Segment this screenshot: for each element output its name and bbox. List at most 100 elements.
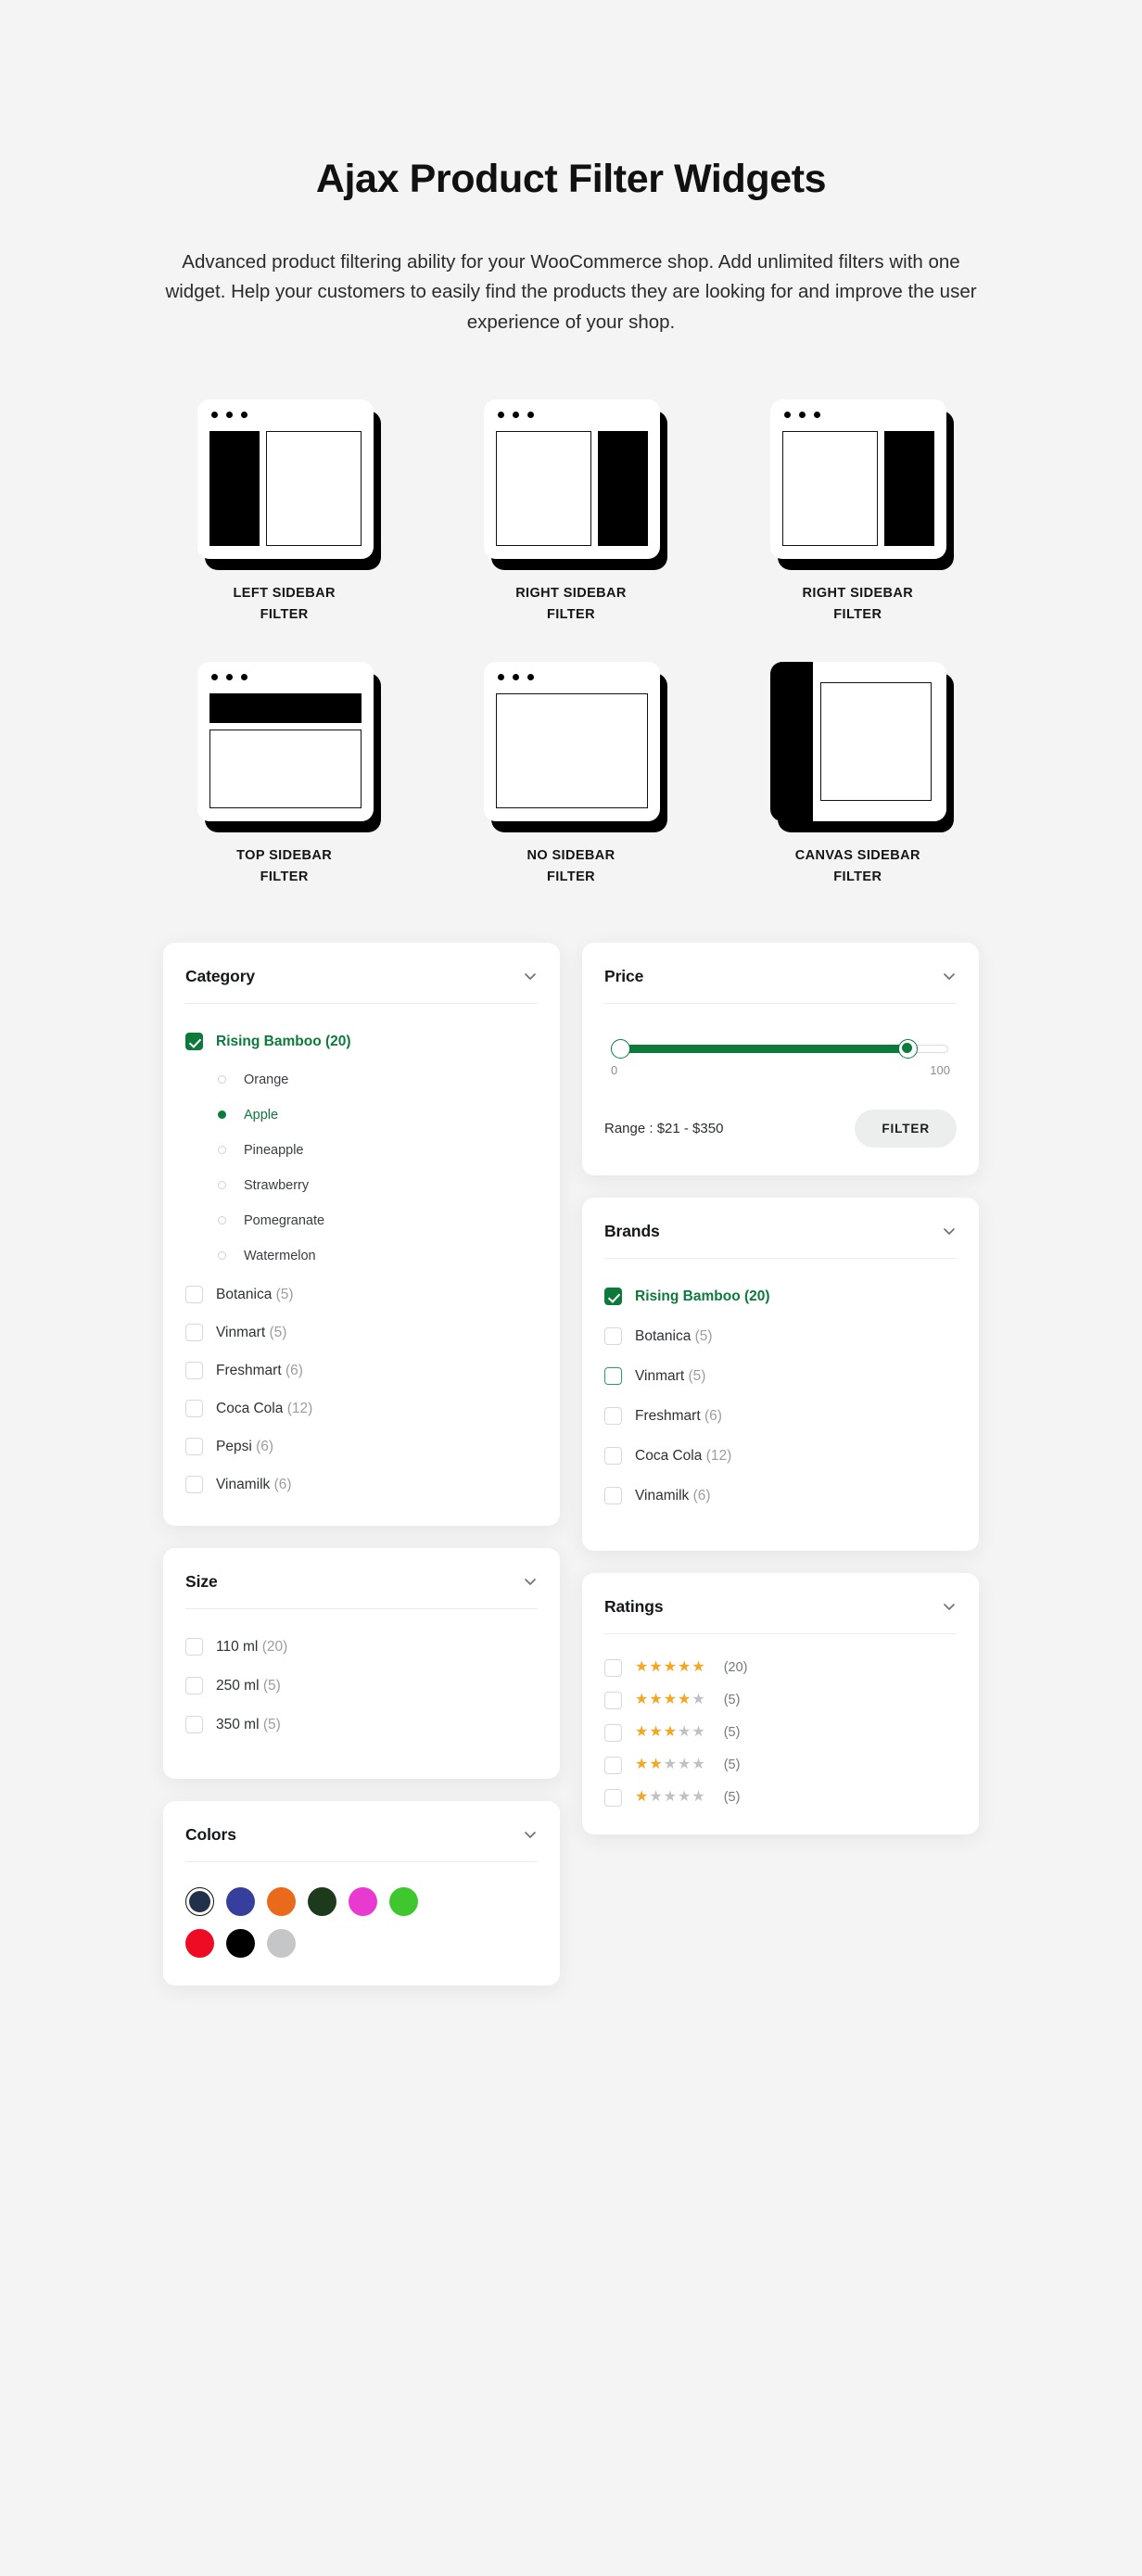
category-widget: Category Rising Bamboo (20) Orange Apple P… — [163, 943, 560, 1526]
colors-widget-header[interactable]: Colors — [185, 1825, 538, 1862]
rating-row[interactable]: ★★★★★(5) — [604, 1757, 957, 1774]
checkbox-rating-3[interactable] — [604, 1724, 622, 1742]
list-item[interactable]: Pepsi (6) — [185, 1434, 538, 1460]
checkbox-rising-bamboo[interactable] — [604, 1288, 622, 1305]
checkbox-350-ml[interactable] — [185, 1716, 203, 1733]
list-item-label: Botanica (5) — [216, 1287, 294, 1303]
category-parent-row[interactable]: Rising Bamboo (20) — [185, 1029, 538, 1055]
rating-row[interactable]: ★★★★★(5) — [604, 1692, 957, 1709]
checkbox-rating-5[interactable] — [604, 1659, 622, 1677]
list-item[interactable]: Freshmart (6) — [604, 1403, 957, 1429]
checkbox-vinamilk[interactable] — [185, 1476, 203, 1493]
size-widget-header[interactable]: Size — [185, 1572, 538, 1609]
chevron-down-icon[interactable] — [523, 1827, 538, 1842]
list-item[interactable]: Vinmart (5) — [604, 1364, 957, 1390]
brands-widget-header[interactable]: Brands — [604, 1222, 957, 1259]
chevron-down-icon[interactable] — [942, 969, 957, 983]
list-item[interactable]: Vinamilk (6) — [185, 1472, 538, 1498]
layout-option-left[interactable]: LEFT SIDEBARFILTER — [141, 400, 427, 627]
list-item[interactable]: 350 ml (5) — [185, 1712, 538, 1738]
color-swatch-black[interactable] — [226, 1929, 255, 1958]
color-swatch-magenta[interactable] — [349, 1887, 377, 1916]
checkbox-250-ml[interactable] — [185, 1677, 203, 1694]
layout-option-label: RIGHT SIDEBARFILTER — [515, 583, 627, 627]
list-item[interactable]: Coca Cola (12) — [185, 1396, 538, 1422]
checkbox-vinamilk[interactable] — [604, 1487, 622, 1504]
radio-apple[interactable] — [218, 1110, 226, 1119]
chevron-down-icon[interactable] — [942, 1599, 957, 1614]
list-item[interactable]: Freshmart (6) — [185, 1358, 538, 1384]
checkbox-freshmart[interactable] — [185, 1362, 203, 1379]
checkbox-vinmart[interactable] — [604, 1367, 622, 1385]
star-icon: ★ — [692, 1693, 704, 1707]
layout-option-right[interactable]: RIGHT SIDEBARFILTER — [715, 400, 1001, 627]
list-item[interactable]: Pomegranate — [185, 1208, 538, 1234]
checkbox-110-ml[interactable] — [185, 1638, 203, 1656]
radio-strawberry[interactable] — [218, 1181, 226, 1189]
category-widget-header[interactable]: Category — [185, 967, 538, 1004]
chevron-down-icon[interactable] — [523, 969, 538, 983]
checkbox-botanica[interactable] — [185, 1286, 203, 1303]
color-swatch-royal-blue[interactable] — [226, 1887, 255, 1916]
thumbnail-window — [197, 662, 374, 821]
rating-row[interactable]: ★★★★★(20) — [604, 1659, 957, 1677]
checkbox-rating-2[interactable] — [604, 1757, 622, 1774]
filter-button[interactable]: FILTER — [855, 1110, 957, 1148]
layout-option-top[interactable]: TOP SIDEBARFILTER — [141, 662, 427, 889]
radio-orange[interactable] — [218, 1075, 226, 1084]
color-swatch-orange[interactable] — [267, 1887, 296, 1916]
color-swatch-grey[interactable] — [267, 1929, 296, 1958]
slider-handle-max[interactable] — [898, 1039, 918, 1059]
rating-row[interactable]: ★★★★★(5) — [604, 1724, 957, 1742]
checkbox-rating-1[interactable] — [604, 1789, 622, 1807]
color-swatch-dark-green[interactable] — [308, 1887, 336, 1916]
list-item[interactable]: Coca Cola (12) — [604, 1443, 957, 1469]
star-icon: ★ — [678, 1725, 691, 1740]
list-item[interactable]: Vinamilk (6) — [604, 1483, 957, 1509]
chevron-down-icon[interactable] — [942, 1224, 957, 1238]
ratings-widget-header[interactable]: Ratings — [604, 1597, 957, 1634]
color-swatch-navy[interactable] — [185, 1887, 214, 1916]
color-swatch-dot — [267, 1887, 296, 1916]
brands-items-list: Rising Bamboo (20) Botanica (5) Vinmart (5… — [604, 1284, 957, 1509]
checkbox-freshmart[interactable] — [604, 1407, 622, 1425]
list-item[interactable]: Watermelon — [185, 1243, 538, 1269]
checkbox-rating-4[interactable] — [604, 1692, 622, 1709]
radio-pineapple[interactable] — [218, 1146, 226, 1154]
thumbnail-window — [770, 400, 946, 559]
checkbox-botanica[interactable] — [604, 1327, 622, 1345]
checkbox-rising-bamboo[interactable] — [185, 1033, 203, 1050]
price-widget-header[interactable]: Price — [604, 967, 957, 1004]
ratings-widget-body: ★★★★★(20) ★★★★★(5) ★★★★★(5) ★★★★★(5) ★★★★★(5… — [604, 1634, 957, 1807]
list-item[interactable]: Orange — [185, 1067, 538, 1093]
list-item[interactable]: Apple — [185, 1102, 538, 1128]
list-item-count: (5) — [263, 1678, 281, 1694]
checkbox-pepsi[interactable] — [185, 1438, 203, 1455]
list-item[interactable]: Botanica (5) — [604, 1324, 957, 1350]
list-item[interactable]: 250 ml (5) — [185, 1673, 538, 1699]
radio-pomegranate[interactable] — [218, 1216, 226, 1225]
star-icon: ★ — [664, 1790, 677, 1805]
layout-option-none[interactable]: NO SIDEBARFILTER — [427, 662, 714, 889]
list-item[interactable]: Vinmart (5) — [185, 1320, 538, 1346]
checkbox-coca-cola[interactable] — [604, 1447, 622, 1465]
color-swatch-green[interactable] — [389, 1887, 418, 1916]
rating-row[interactable]: ★★★★★(5) — [604, 1789, 957, 1807]
window-dots-icon — [498, 674, 534, 680]
checkbox-vinmart[interactable] — [185, 1324, 203, 1341]
color-swatch-red[interactable] — [185, 1929, 214, 1958]
list-item[interactable]: Botanica (5) — [185, 1282, 538, 1308]
layout-option-canvas[interactable]: CANVAS SIDEBARFILTER — [715, 662, 1001, 889]
slider-handle-min[interactable] — [611, 1039, 630, 1059]
layout-option-right[interactable]: RIGHT SIDEBARFILTER — [427, 400, 714, 627]
star-icon: ★ — [649, 1660, 662, 1675]
list-item[interactable]: 110 ml (20) — [185, 1634, 538, 1660]
price-range-slider[interactable] — [613, 1045, 948, 1053]
list-item-name: Pepsi — [216, 1439, 256, 1454]
list-item[interactable]: Pineapple — [185, 1137, 538, 1163]
checkbox-coca-cola[interactable] — [185, 1400, 203, 1417]
radio-watermelon[interactable] — [218, 1251, 226, 1260]
chevron-down-icon[interactable] — [523, 1574, 538, 1589]
list-item[interactable]: Strawberry — [185, 1173, 538, 1199]
list-item[interactable]: Rising Bamboo (20) — [604, 1284, 957, 1310]
